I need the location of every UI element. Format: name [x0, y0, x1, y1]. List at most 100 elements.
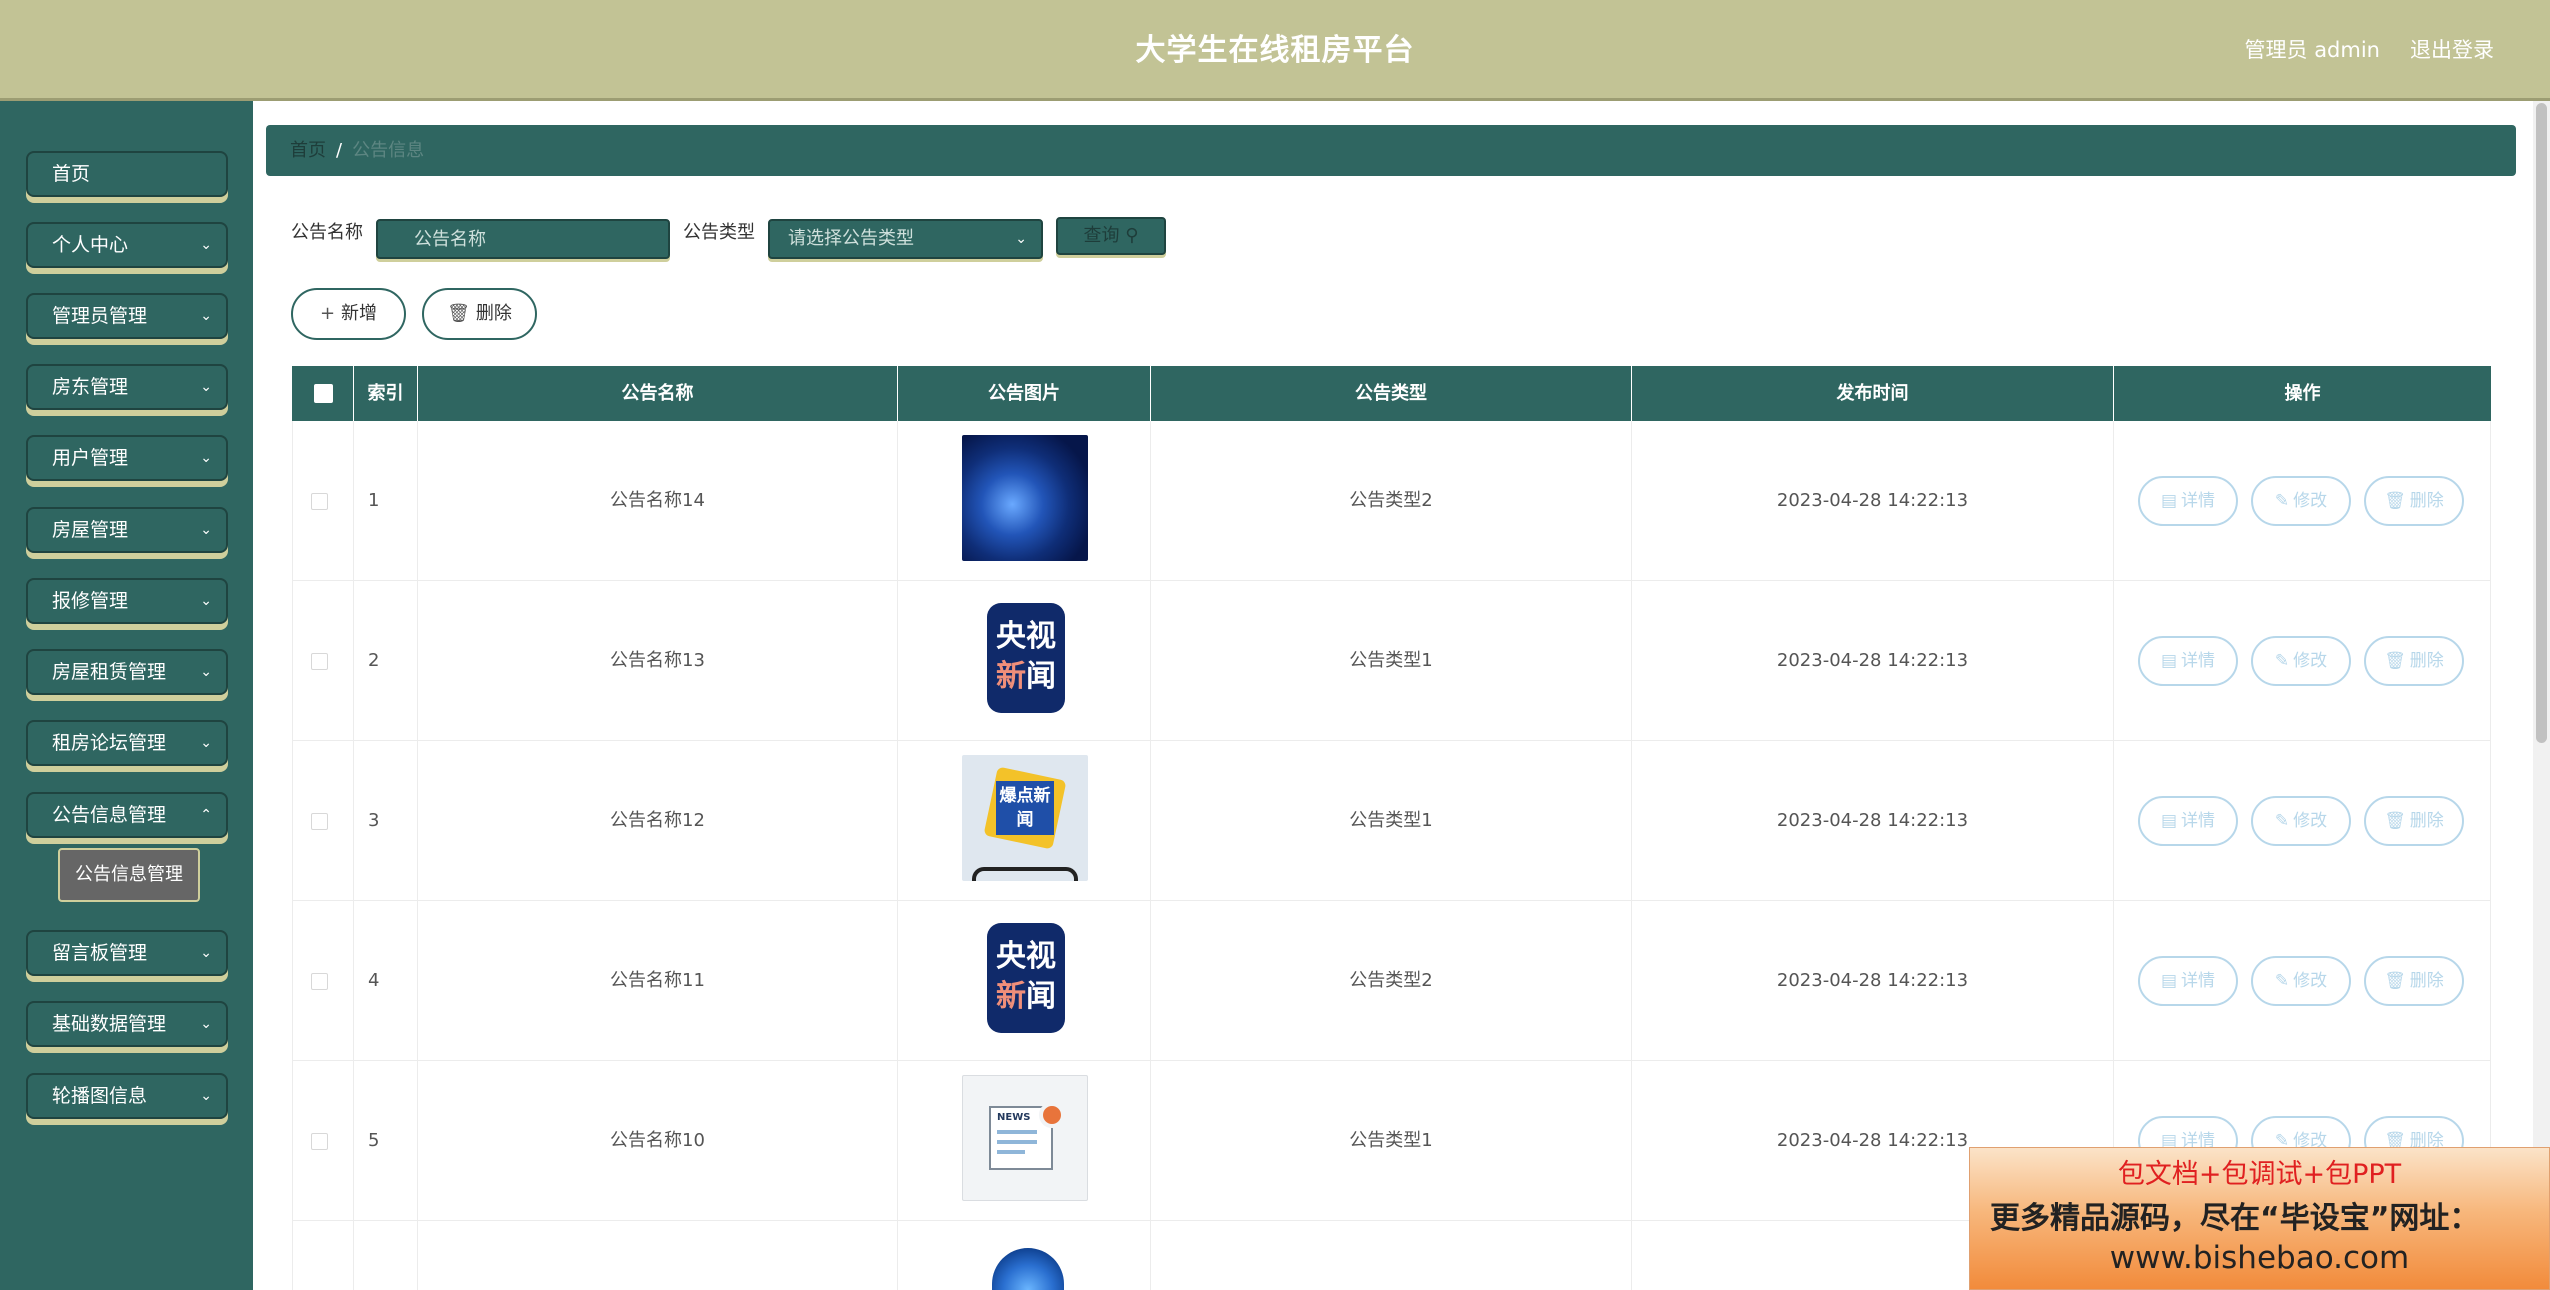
vertical-scrollbar[interactable]	[2533, 101, 2550, 1290]
edit-button[interactable]: ✎ 修改	[2251, 956, 2351, 1006]
delete-button[interactable]: 🗑 删除	[2364, 476, 2464, 526]
cctv-logo-char: 新	[996, 659, 1026, 694]
row-name: 公告名称13	[418, 581, 898, 741]
search-type-label: 公告类型	[683, 222, 755, 243]
edit-button[interactable]: ✎ 修改	[2251, 796, 2351, 846]
row-checkbox[interactable]	[311, 1133, 328, 1150]
sidebar-item-forum-management[interactable]: 租房论坛管理 ⌄	[26, 720, 228, 766]
sidebar-item-house-management[interactable]: 房屋管理 ⌄	[26, 507, 228, 553]
document-icon: ▤	[2160, 971, 2178, 991]
pencil-icon: ✎	[2274, 971, 2290, 991]
search-name-input[interactable]	[376, 219, 670, 259]
batch-delete-button[interactable]: 🗑 删除	[422, 288, 537, 340]
chevron-down-icon: ⌄	[200, 1016, 212, 1032]
detail-button[interactable]: ▤ 详情	[2138, 956, 2238, 1006]
row-time: 2023-04-28 14:22:13	[1632, 421, 2114, 581]
delete-button[interactable]: 🗑 删除	[2364, 636, 2464, 686]
chevron-down-icon: ⌄	[200, 450, 212, 466]
cctv-logo-text: 央视	[996, 619, 1056, 654]
row-image-cell	[898, 421, 1151, 581]
column-header-name: 公告名称	[418, 366, 898, 421]
trash-icon: 🗑	[2384, 651, 2406, 671]
query-button[interactable]: 查询 ⚲	[1056, 217, 1166, 255]
sidebar-item-landlord-management[interactable]: 房东管理 ⌄	[26, 364, 228, 410]
notice-image-globe[interactable]	[962, 435, 1088, 561]
detail-button-label: 详情	[2181, 491, 2216, 511]
sidebar-item-basic-data[interactable]: 基础数据管理 ⌄	[26, 1001, 228, 1047]
chevron-down-icon: ⌄	[200, 593, 212, 609]
burst-text: 爆点新闻	[996, 781, 1054, 835]
edit-button-label: 修改	[2293, 811, 2328, 831]
trash-icon: 🗑	[2384, 811, 2406, 831]
row-checkbox[interactable]	[311, 813, 328, 830]
column-header-index: 索引	[354, 366, 418, 421]
sidebar-item-message-board[interactable]: 留言板管理 ⌄	[26, 930, 228, 976]
cctv-logo-char: 闻	[1026, 659, 1056, 694]
detail-button-label: 详情	[2181, 811, 2216, 831]
chevron-down-icon: ⌄	[200, 237, 212, 253]
table-row: 3 公告名称12 爆点新闻 公告类型1 2023-04-28 14:22:13 …	[292, 741, 2491, 901]
sidebar-item-admin-management[interactable]: 管理员管理 ⌄	[26, 293, 228, 339]
row-select-cell	[292, 581, 354, 741]
row-type-cell	[1151, 1221, 1632, 1290]
select-all-checkbox[interactable]	[314, 384, 333, 403]
row-index-cell	[354, 1221, 418, 1290]
detail-button[interactable]: ▤ 详情	[2138, 796, 2238, 846]
edit-button[interactable]: ✎ 修改	[2251, 636, 2351, 686]
sidebar-item-rental-management[interactable]: 房屋租赁管理 ⌄	[26, 649, 228, 695]
row-select-cell	[292, 901, 354, 1061]
add-button[interactable]: + 新增	[291, 288, 406, 340]
row-name: 公告名称11	[418, 901, 898, 1061]
row-index: 2	[354, 581, 418, 741]
table-header: 索引 公告名称 公告图片 公告类型 发布时间 操作	[292, 366, 2491, 421]
row-checkbox[interactable]	[311, 653, 328, 670]
pencil-icon: ✎	[2274, 491, 2290, 511]
row-select-cell	[292, 421, 354, 581]
delete-button-label: 删除	[2409, 811, 2444, 831]
edit-button-label: 修改	[2293, 971, 2328, 991]
row-type: 公告类型2	[1151, 421, 1632, 581]
notice-image-cctv[interactable]: 央视 新闻	[987, 923, 1065, 1033]
query-button-label: 查询	[1083, 225, 1120, 246]
cctv-logo-text-2: 新闻	[987, 977, 1065, 1017]
column-header-type: 公告类型	[1151, 366, 1632, 421]
notice-image-cctv[interactable]: 央视 新闻	[987, 603, 1065, 713]
row-checkbox[interactable]	[311, 493, 328, 510]
detail-button[interactable]: ▤ 详情	[2138, 636, 2238, 686]
chevron-down-icon: ⌄	[200, 664, 212, 680]
scrollbar-thumb[interactable]	[2536, 103, 2547, 743]
newspaper-text: NEWS	[997, 1112, 1031, 1123]
row-name-cell	[418, 1221, 898, 1290]
delete-button[interactable]: 🗑 删除	[2364, 956, 2464, 1006]
sidebar-item-label: 个人中心	[52, 234, 129, 256]
breadcrumb-home[interactable]: 首页	[290, 140, 326, 161]
sidebar-item-repair-management[interactable]: 报修管理 ⌄	[26, 578, 228, 624]
add-button-label: 新增	[341, 303, 378, 324]
detail-button[interactable]: ▤ 详情	[2138, 476, 2238, 526]
notice-image-newspaper[interactable]: NEWS	[962, 1075, 1088, 1201]
breadcrumb-current: 公告信息	[352, 140, 425, 161]
row-select-cell	[292, 1061, 354, 1221]
sidebar-item-label: 报修管理	[52, 590, 129, 612]
row-checkbox[interactable]	[311, 973, 328, 990]
notice-image-breaking-news[interactable]: 爆点新闻	[962, 755, 1088, 881]
sidebar-item-label: 用户管理	[52, 447, 129, 469]
delete-button-label: 删除	[2409, 651, 2444, 671]
promo-url: www.bishebao.com	[2109, 1240, 2410, 1276]
sidebar-item-notice-management[interactable]: 公告信息管理 ⌃	[26, 792, 228, 838]
delete-button[interactable]: 🗑 删除	[2364, 796, 2464, 846]
sidebar-item-user-management[interactable]: 用户管理 ⌄	[26, 435, 228, 481]
sidebar-subitem-notice-management[interactable]: 公告信息管理	[58, 848, 200, 902]
row-actions: ▤ 详情 ✎ 修改 🗑 删除	[2114, 421, 2491, 581]
edit-button-label: 修改	[2293, 491, 2328, 511]
sidebar-item-label: 轮播图信息	[52, 1085, 148, 1107]
sidebar-item-home[interactable]: 首页	[26, 151, 228, 197]
logout-link[interactable]: 退出登录	[2410, 0, 2494, 101]
newspaper-badge	[1039, 1102, 1065, 1128]
sidebar-item-carousel[interactable]: 轮播图信息 ⌄	[26, 1073, 228, 1119]
search-type-select[interactable]: 请选择公告类型 ⌄	[768, 219, 1043, 259]
sidebar-item-personal-center[interactable]: 个人中心 ⌄	[26, 222, 228, 268]
edit-button[interactable]: ✎ 修改	[2251, 476, 2351, 526]
row-time: 2023-04-28 14:22:13	[1632, 901, 2114, 1061]
notice-image-globe-partial[interactable]	[992, 1248, 1064, 1290]
